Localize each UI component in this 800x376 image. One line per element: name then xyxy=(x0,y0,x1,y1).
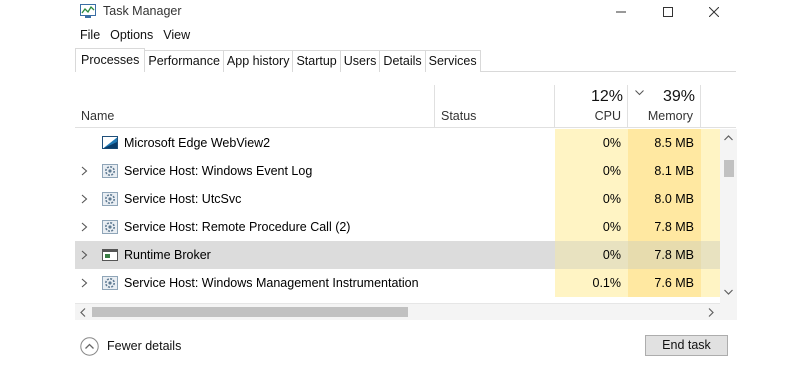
tab-app-history[interactable]: App history xyxy=(223,50,294,72)
process-list: Microsoft Edge WebView2 0% 8.5 MB Servic… xyxy=(75,129,720,303)
horizontal-scrollbar[interactable] xyxy=(75,303,720,320)
chevron-up-circle-icon xyxy=(80,336,99,356)
scroll-right-icon[interactable] xyxy=(708,308,714,317)
chevron-right-icon[interactable] xyxy=(81,250,88,260)
fewer-details-button[interactable]: Fewer details xyxy=(80,336,181,356)
close-button[interactable] xyxy=(691,0,737,24)
heat-cell xyxy=(701,241,720,269)
process-memory: 8.1 MB xyxy=(654,164,694,178)
tab-details[interactable]: Details xyxy=(380,50,426,72)
task-manager-icon xyxy=(80,4,96,18)
tab-startup[interactable]: Startup xyxy=(293,50,341,72)
heat-cell xyxy=(701,129,720,157)
column-header-status[interactable]: Status xyxy=(441,109,476,123)
process-memory: 8.0 MB xyxy=(654,192,694,206)
fewer-details-label: Fewer details xyxy=(107,339,182,353)
window-icon xyxy=(102,249,118,261)
memory-total-percent[interactable]: 39% xyxy=(627,88,695,106)
process-name: Service Host: UtcSvc xyxy=(124,192,242,206)
webview-icon xyxy=(102,136,118,149)
scroll-down-icon[interactable] xyxy=(724,289,733,295)
scrollbar-corner xyxy=(720,303,737,320)
vertical-scroll-thumb[interactable] xyxy=(724,160,734,177)
column-header-memory[interactable]: Memory xyxy=(627,109,693,123)
menu-file[interactable]: File xyxy=(75,26,105,44)
minimize-icon xyxy=(616,11,626,13)
gear-icon xyxy=(102,164,118,178)
tab-performance[interactable]: Performance xyxy=(145,50,224,72)
process-name: Service Host: Windows Event Log xyxy=(124,164,313,178)
process-name: Service Host: Remote Procedure Call (2) xyxy=(124,220,351,234)
title-bar: Task Manager xyxy=(0,0,800,24)
process-cpu: 0% xyxy=(602,220,621,234)
chevron-right-icon[interactable] xyxy=(81,278,88,288)
process-memory: 7.8 MB xyxy=(654,248,694,262)
process-cpu: 0.1% xyxy=(592,276,622,290)
process-name: Microsoft Edge WebView2 xyxy=(124,136,271,150)
column-header-row: Name Status 12% CPU 39% Memory xyxy=(75,85,736,128)
gear-icon xyxy=(102,192,118,206)
process-table: Name Status 12% CPU 39% Memory Microsoft… xyxy=(75,85,737,320)
menu-bar: File Options View xyxy=(75,26,195,44)
vertical-scrollbar[interactable] xyxy=(720,129,737,303)
tab-bar: Processes Performance App history Startu… xyxy=(75,48,736,72)
process-cpu: 0% xyxy=(602,248,621,262)
window-title: Task Manager xyxy=(103,4,182,18)
table-row[interactable]: Service Host: Remote Procedure Call (2) … xyxy=(75,213,720,241)
gear-icon xyxy=(102,276,118,290)
minimize-button[interactable] xyxy=(598,0,644,24)
table-row-selected[interactable]: Runtime Broker 0% 7.8 MB xyxy=(75,241,720,269)
scroll-up-icon[interactable] xyxy=(724,135,733,141)
horizontal-scroll-thumb[interactable] xyxy=(92,307,408,317)
heat-cell xyxy=(701,185,720,213)
process-cpu: 0% xyxy=(602,192,621,206)
menu-view[interactable]: View xyxy=(158,26,195,44)
heat-cell xyxy=(701,157,720,185)
heat-cell xyxy=(701,213,720,241)
chevron-right-icon[interactable] xyxy=(81,166,88,176)
cpu-total-percent[interactable]: 12% xyxy=(555,88,623,106)
table-row[interactable]: Service Host: Windows Event Log 0% 8.1 M… xyxy=(75,157,720,185)
column-header-name[interactable]: Name xyxy=(81,109,114,123)
tab-users[interactable]: Users xyxy=(340,50,381,72)
end-task-button[interactable]: End task xyxy=(645,335,728,356)
table-row[interactable]: Microsoft Edge WebView2 0% 8.5 MB xyxy=(75,129,720,157)
menu-options[interactable]: Options xyxy=(105,26,158,44)
tab-services[interactable]: Services xyxy=(425,50,481,72)
scroll-left-icon[interactable] xyxy=(80,308,86,317)
table-row[interactable]: Service Host: UtcSvc 0% 8.0 MB xyxy=(75,185,720,213)
process-memory: 7.6 MB xyxy=(654,276,694,290)
column-divider[interactable] xyxy=(700,85,701,128)
heat-cell xyxy=(701,269,720,297)
process-name: Runtime Broker xyxy=(124,248,211,262)
column-header-cpu[interactable]: CPU xyxy=(555,109,621,123)
process-cpu: 0% xyxy=(602,136,621,150)
chevron-right-icon[interactable] xyxy=(81,194,88,204)
gear-icon xyxy=(102,220,118,234)
table-row[interactable]: Service Host: Windows Management Instrum… xyxy=(75,269,720,297)
process-memory: 7.8 MB xyxy=(654,220,694,234)
process-cpu: 0% xyxy=(602,164,621,178)
close-icon xyxy=(709,7,719,17)
chevron-right-icon[interactable] xyxy=(81,222,88,232)
column-divider[interactable] xyxy=(434,85,435,128)
tab-processes[interactable]: Processes xyxy=(75,48,146,72)
maximize-icon xyxy=(663,7,673,17)
maximize-button[interactable] xyxy=(645,0,691,24)
process-memory: 8.5 MB xyxy=(654,136,694,150)
process-name: Service Host: Windows Management Instrum… xyxy=(124,276,419,290)
